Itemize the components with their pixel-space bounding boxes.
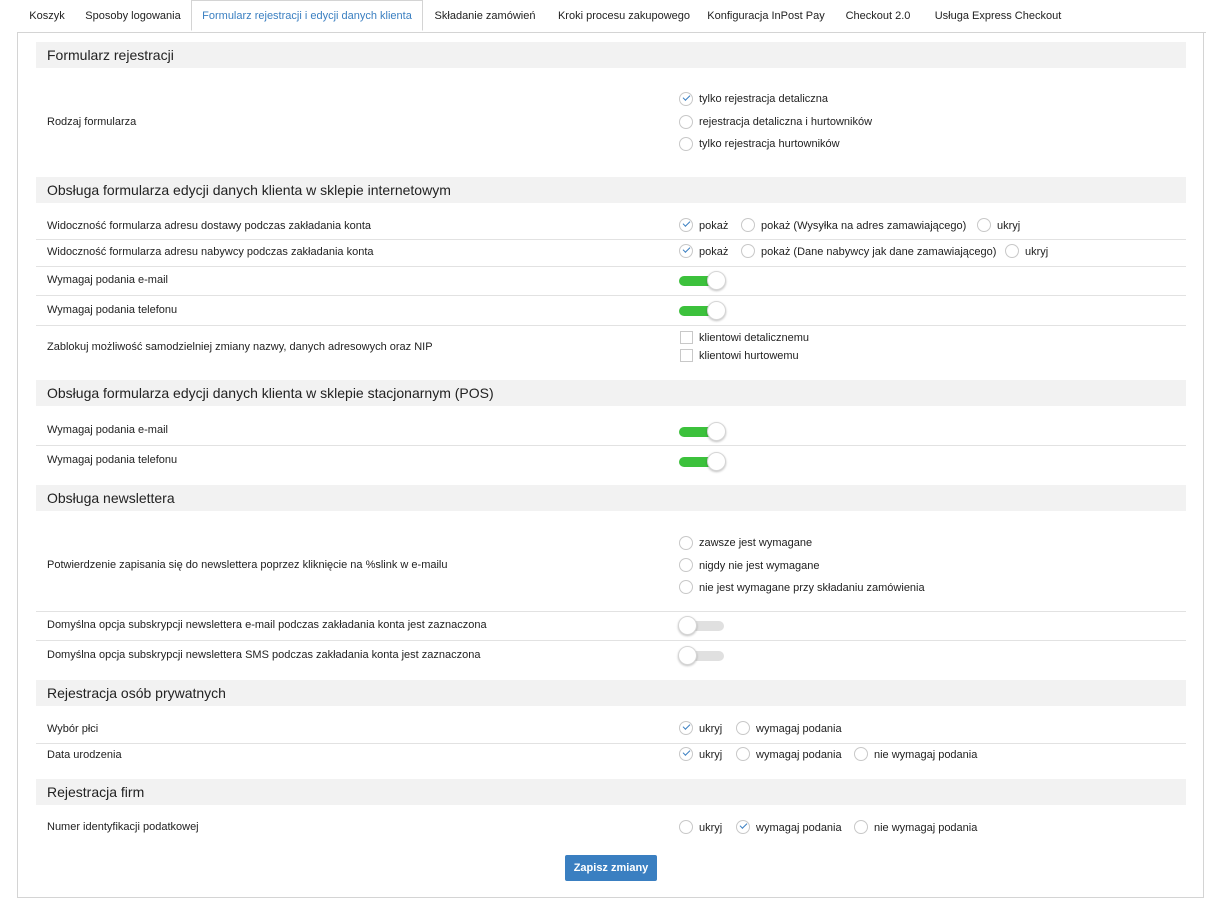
gender-label: Wybór płci (47, 723, 99, 735)
gender-radio-require[interactable] (736, 721, 750, 735)
row-divider (36, 640, 1186, 641)
row-divider (36, 743, 1186, 744)
tax-id-option-label: nie wymagaj podania (874, 822, 978, 834)
gender-option-label: wymagaj podania (756, 723, 842, 735)
tab-bar: Koszyk Sposoby logowania Formularz rejes… (18, 0, 1206, 33)
lock-changes-option-label: klientowi hurtowemu (699, 350, 799, 362)
row-divider (36, 611, 1186, 612)
birthdate-option-label: wymagaj podania (756, 749, 842, 761)
row-divider (36, 325, 1186, 326)
tax-id-radio-hide[interactable] (679, 820, 693, 834)
row-divider (36, 266, 1186, 267)
form-type-radio-retail-wholesale[interactable] (679, 115, 693, 129)
birthdate-radio-hide[interactable] (679, 747, 693, 761)
birthdate-radio-require[interactable] (736, 747, 750, 761)
tab-checkout-2[interactable]: Checkout 2.0 (831, 0, 925, 32)
newsletter-default-email-label: Domyślna opcja subskrypcji newslettera e… (47, 619, 487, 631)
buyer-visibility-option-label: ukryj (1025, 246, 1049, 258)
birthdate-option-label: ukryj (699, 749, 723, 761)
section-title: Rejestracja firm (47, 784, 145, 800)
shop-require-email-label: Wymagaj podania e-mail (47, 274, 168, 286)
section-pos-edit: Obsługa formularza edycji danych klienta… (36, 380, 1186, 406)
buyer-visibility-radio-show[interactable] (679, 244, 693, 258)
newsletter-confirmation-option-label: nie jest wymagane przy składaniu zamówie… (699, 582, 925, 594)
form-type-radio-retail-only[interactable] (679, 92, 693, 106)
birthdate-label: Data urodzenia (47, 749, 122, 761)
form-type-option-label: rejestracja detaliczna i hurtowników (699, 116, 873, 128)
delivery-visibility-radio-hide[interactable] (977, 218, 991, 232)
newsletter-confirmation-option-label: zawsze jest wymagane (699, 537, 813, 549)
form-type-option-label: tylko rejestracja hurtowników (699, 138, 840, 150)
lock-changes-checkbox-retail[interactable] (680, 331, 693, 344)
delivery-visibility-radio-show-ordering-address[interactable] (741, 218, 755, 232)
gender-radio-hide[interactable] (679, 721, 693, 735)
section-private-registration: Rejestracja osób prywatnych (36, 680, 1186, 706)
pos-require-phone-toggle[interactable] (679, 452, 726, 472)
tax-id-label: Numer identyfikacji podatkowej (47, 821, 199, 833)
newsletter-confirmation-radio-always[interactable] (679, 536, 693, 550)
delivery-visibility-option-label: ukryj (997, 220, 1021, 232)
save-button[interactable]: Zapisz zmiany (565, 855, 657, 881)
row-divider (36, 295, 1186, 296)
buyer-visibility-radio-hide[interactable] (1005, 244, 1019, 258)
buyer-visibility-radio-show-same-data[interactable] (741, 244, 755, 258)
tax-id-option-label: ukryj (699, 822, 723, 834)
section-title: Obsługa formularza edycji danych klienta… (47, 385, 494, 401)
tab-express-checkout[interactable]: Usługa Express Checkout (925, 0, 1071, 32)
buyer-visibility-option-label: pokaż (Dane nabywcy jak dane zamawiające… (761, 246, 997, 258)
tax-id-radio-require[interactable] (736, 820, 750, 834)
pos-require-email-toggle[interactable] (679, 422, 726, 442)
form-type-option-label: tylko rejestracja detaliczna (699, 93, 829, 105)
section-company-registration: Rejestracja firm (36, 779, 1186, 805)
row-divider (36, 445, 1186, 446)
newsletter-default-sms-label: Domyślna opcja subskrypcji newslettera S… (47, 649, 481, 661)
newsletter-confirmation-radio-not-on-order[interactable] (679, 580, 693, 594)
newsletter-confirmation-radio-never[interactable] (679, 558, 693, 572)
pos-require-email-label: Wymagaj podania e-mail (47, 424, 168, 436)
row-divider (36, 239, 1186, 240)
tab-formularz-rejestracji[interactable]: Formularz rejestracji i edycji danych kl… (191, 0, 423, 31)
lock-changes-option-label: klientowi detalicznemu (699, 332, 810, 344)
pos-require-phone-label: Wymagaj podania telefonu (47, 454, 178, 466)
section-registration: Formularz rejestracji (36, 42, 1186, 68)
lock-changes-label: Zablokuj możliwość samodzielniej zmiany … (47, 341, 433, 353)
tax-id-option-label: wymagaj podania (756, 822, 842, 834)
tab-sposoby-logowania[interactable]: Sposoby logowania (76, 0, 190, 32)
delivery-visibility-option-label: pokaż (699, 220, 729, 232)
settings-panel (17, 32, 1204, 898)
newsletter-confirmation-label: Potwierdzenie zapisania się do newslette… (47, 559, 448, 571)
lock-changes-checkbox-wholesale[interactable] (680, 349, 693, 362)
shop-require-phone-toggle[interactable] (679, 301, 726, 321)
delivery-visibility-radio-show[interactable] (679, 218, 693, 232)
form-type-radio-wholesale-only[interactable] (679, 137, 693, 151)
newsletter-confirmation-option-label: nigdy nie jest wymagane (699, 560, 820, 572)
tab-inpost-pay[interactable]: Konfiguracja InPost Pay (701, 0, 831, 32)
section-newsletter: Obsługa newslettera (36, 485, 1186, 511)
tab-skladanie-zamowien[interactable]: Składanie zamówień (423, 0, 547, 32)
tab-koszyk[interactable]: Koszyk (18, 0, 76, 32)
birthdate-option-label: nie wymagaj podania (874, 749, 978, 761)
newsletter-default-sms-toggle[interactable] (678, 646, 724, 666)
tab-kroki-procesu[interactable]: Kroki procesu zakupowego (547, 0, 701, 32)
delivery-visibility-label: Widoczność formularza adresu dostawy pod… (47, 220, 372, 232)
newsletter-default-email-toggle[interactable] (678, 616, 724, 636)
section-title: Obsługa formularza edycji danych klienta… (47, 182, 451, 198)
section-title: Formularz rejestracji (47, 47, 174, 63)
section-title: Rejestracja osób prywatnych (47, 685, 226, 701)
shop-require-phone-label: Wymagaj podania telefonu (47, 304, 178, 316)
shop-require-email-toggle[interactable] (679, 271, 726, 291)
birthdate-radio-not-require[interactable] (854, 747, 868, 761)
buyer-visibility-option-label: pokaż (699, 246, 729, 258)
form-type-label: Rodzaj formularza (47, 116, 137, 128)
buyer-visibility-label: Widoczność formularza adresu nabywcy pod… (47, 246, 374, 258)
delivery-visibility-option-label: pokaż (Wysyłka na adres zamawiającego) (761, 220, 967, 232)
section-title: Obsługa newslettera (47, 490, 175, 506)
gender-option-label: ukryj (699, 723, 723, 735)
section-shop-edit: Obsługa formularza edycji danych klienta… (36, 177, 1186, 203)
tax-id-radio-not-require[interactable] (854, 820, 868, 834)
